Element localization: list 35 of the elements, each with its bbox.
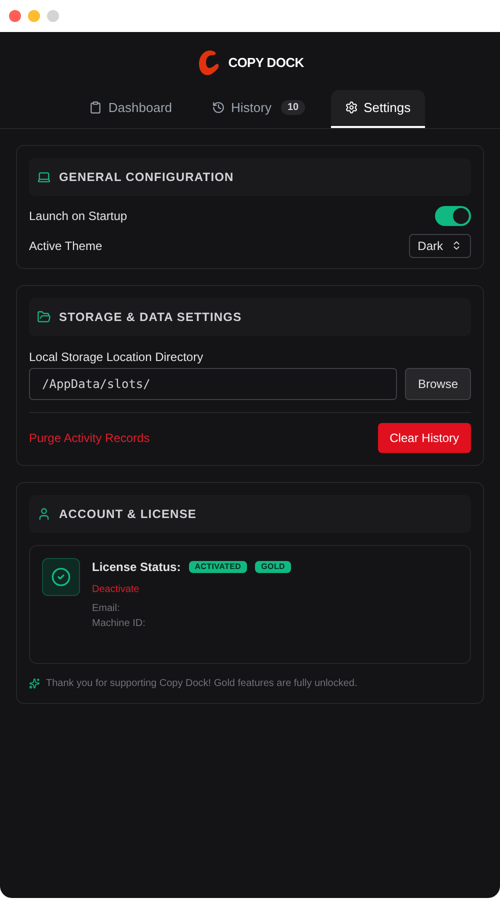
license-status-label: License Status: xyxy=(92,558,181,576)
section-icon xyxy=(37,170,51,184)
minimize-button[interactable] xyxy=(28,10,40,22)
setting-label: Launch on Startup xyxy=(29,208,128,224)
nav-tab[interactable]: Settings xyxy=(330,90,425,128)
count-badge: 10 xyxy=(281,100,305,116)
section-title: GENERAL CONFIGURATION xyxy=(59,168,234,186)
sparkle-icon xyxy=(29,678,40,688)
machine-id-label: Machine ID: xyxy=(92,616,146,630)
path-field[interactable]: /AppData/slots/ xyxy=(29,368,397,400)
history-icon xyxy=(212,101,226,114)
nav-tab[interactable]: History 10 xyxy=(198,90,319,128)
browse-button[interactable]: Browse xyxy=(404,368,471,400)
theme-select[interactable]: Dark xyxy=(408,234,471,258)
clear-history-button[interactable]: Clear History xyxy=(378,422,471,452)
section-icon xyxy=(37,310,51,324)
close-button[interactable] xyxy=(9,10,21,22)
check-badge-icon xyxy=(42,558,80,596)
logo-text: COPY DOCK xyxy=(228,54,304,72)
section-title: ACCOUNT & LICENSE xyxy=(59,506,197,522)
toggle-switch[interactable] xyxy=(435,206,471,226)
deactivate-link[interactable]: Deactivate xyxy=(92,582,292,596)
field-label: Local Storage Location Directory xyxy=(29,348,204,366)
chevron-icon xyxy=(451,240,462,251)
section-icon xyxy=(37,506,51,520)
setting-label: Active Theme xyxy=(29,238,102,254)
danger-label: Purge Activity Records xyxy=(29,430,150,446)
status-badge: ACTIVATED xyxy=(188,560,248,572)
email-label: Email: xyxy=(92,602,121,616)
thank-you-note: Thank you for supporting Copy Dock! Gold features are fully unlocked. xyxy=(46,676,358,690)
section-title: STORAGE & DATA SETTINGS xyxy=(59,308,242,326)
settings-icon xyxy=(344,101,358,114)
nav-tab[interactable]: Dashboard xyxy=(75,90,186,128)
status-badge: GOLD xyxy=(255,560,292,572)
clipboard-icon xyxy=(89,101,102,114)
